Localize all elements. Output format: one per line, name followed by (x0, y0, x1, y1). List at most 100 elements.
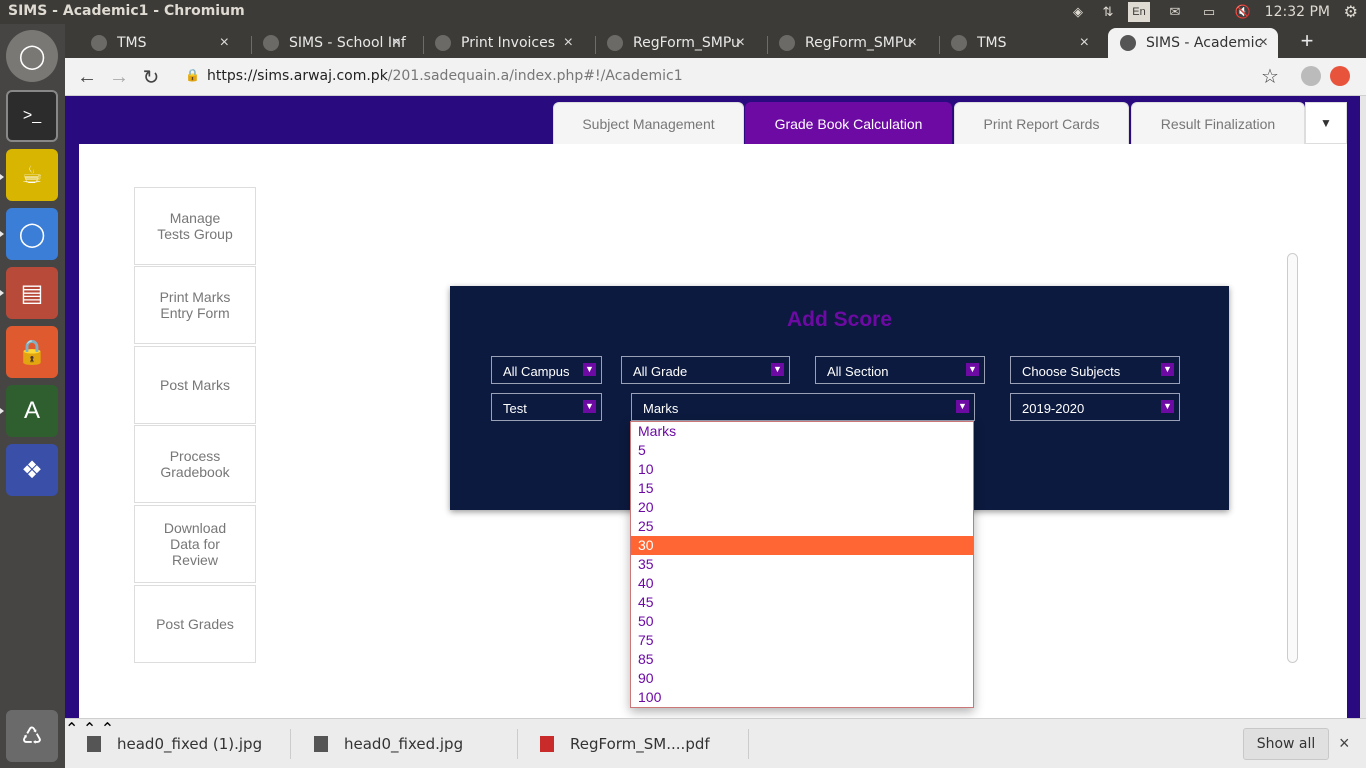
grade-select[interactable]: All Grade ▼ (621, 356, 790, 384)
section-select[interactable]: All Section ▼ (815, 356, 985, 384)
downloads-shelf: head0_fixed (1).jpg ⌃ head0_fixed.jpg ⌃ … (65, 718, 1366, 768)
marks-option[interactable]: Marks (631, 422, 973, 441)
tab-print-report-cards[interactable]: Print Report Cards (954, 102, 1129, 144)
session-select[interactable]: 2019-2020 ▼ (1010, 393, 1180, 421)
print-marks-entry-form-button[interactable]: Print Marks Entry Form (134, 266, 256, 344)
marks-select[interactable]: Marks ▼ (631, 393, 975, 421)
chevron-down-icon: ▼ (966, 363, 979, 376)
marks-option[interactable]: 75 (631, 631, 973, 650)
marks-option[interactable]: 10 (631, 460, 973, 479)
subjects-select[interactable]: Choose Subjects ▼ (1010, 356, 1180, 384)
marks-option[interactable]: 25 (631, 517, 973, 536)
browser-tab[interactable]: TMS × (69, 28, 239, 58)
ubuntu-dash-icon[interactable]: ◯ (6, 30, 58, 82)
close-icon[interactable]: × (1259, 34, 1268, 52)
dolphin-app-icon[interactable]: ❖ (6, 444, 58, 496)
shelf-separator (290, 729, 291, 759)
chromium-icon[interactable]: ◯ (6, 208, 58, 260)
marks-option[interactable]: 100 (631, 688, 973, 707)
new-tab-button[interactable]: + (1294, 28, 1320, 54)
tab-grade-book-calculation[interactable]: Grade Book Calculation (745, 102, 952, 144)
keyboard-layout-indicator[interactable]: En (1128, 2, 1150, 22)
globe-icon (435, 35, 451, 51)
page-scrollbar[interactable] (1360, 96, 1366, 718)
post-grades-button[interactable]: Post Grades (134, 585, 256, 663)
close-icon[interactable]: × (392, 34, 401, 52)
campus-select[interactable]: All Campus ▼ (491, 356, 602, 384)
transfer-arrows-icon[interactable]: ⇅ (1098, 2, 1118, 22)
clock[interactable]: 12:32 PM (1265, 2, 1330, 22)
close-icon[interactable]: × (736, 34, 745, 52)
extension-icon[interactable] (1330, 66, 1350, 86)
teapot-app-icon[interactable]: ☕ (6, 149, 58, 201)
volume-muted-icon[interactable]: 🔇 (1232, 2, 1254, 22)
tab-subject-management[interactable]: Subject Management (553, 102, 744, 144)
power-gear-icon[interactable]: ⚙ (1344, 2, 1358, 22)
marks-option[interactable]: 35 (631, 555, 973, 574)
test-select[interactable]: Test ▼ (491, 393, 602, 421)
browser-tab[interactable]: RegForm_SMPu × (585, 28, 755, 58)
marks-option[interactable]: 85 (631, 650, 973, 669)
lock-icon[interactable]: 🔒 (185, 68, 200, 84)
close-icon[interactable]: × (220, 34, 229, 52)
browser-tab[interactable]: TMS × (929, 28, 1099, 58)
manage-tests-group-button[interactable]: Manage Tests Group (134, 187, 256, 265)
chevron-down-icon: ▼ (1161, 400, 1174, 413)
marks-option[interactable]: 40 (631, 574, 973, 593)
scrollbar[interactable] (1287, 253, 1298, 663)
web-page: Subject Management Grade Book Calculatio… (65, 96, 1366, 718)
globe-icon (951, 35, 967, 51)
reload-icon[interactable]: ↻ (137, 63, 165, 91)
download-data-for-review-button[interactable]: Download Data for Review (134, 505, 256, 583)
browser-tab-active[interactable]: SIMS - Academic × (1108, 28, 1278, 58)
globe-icon (1120, 35, 1136, 51)
chevron-up-icon[interactable]: ⌃ (65, 721, 78, 738)
globe-icon (607, 35, 623, 51)
back-arrow-icon[interactable]: ← (73, 63, 101, 91)
profile-avatar-icon[interactable] (1301, 66, 1321, 86)
tab-result-finalization[interactable]: Result Finalization (1131, 102, 1305, 144)
marks-dropdown-list[interactable]: Marks 5 10 15 20 25 30 35 40 45 50 75 85… (630, 421, 974, 708)
network-icon[interactable]: ◈ (1068, 2, 1088, 22)
close-icon[interactable]: × (1339, 733, 1350, 754)
download-item[interactable]: head0_fixed.jpg (314, 719, 463, 768)
browser-tab[interactable]: Print Invoices × (413, 28, 583, 58)
content-area: Manage Tests Group Print Marks Entry For… (79, 144, 1347, 718)
image-file-icon (314, 736, 328, 752)
download-item[interactable]: RegForm_SM....pdf (540, 719, 710, 768)
marks-option[interactable]: 20 (631, 498, 973, 517)
process-gradebook-button[interactable]: Process Gradebook (134, 425, 256, 503)
files-lock-icon[interactable]: 🔒 (6, 326, 58, 378)
marks-option[interactable]: 15 (631, 479, 973, 498)
marks-option-highlighted[interactable]: 30 (631, 536, 973, 555)
chevron-down-icon: ▼ (771, 363, 784, 376)
marks-option[interactable]: 45 (631, 593, 973, 612)
marks-option[interactable]: 50 (631, 612, 973, 631)
post-marks-button[interactable]: Post Marks (134, 346, 256, 424)
close-icon[interactable]: × (564, 34, 573, 52)
marks-option[interactable]: 90 (631, 669, 973, 688)
pdf-file-icon (540, 736, 554, 752)
forward-arrow-icon[interactable]: → (105, 63, 133, 91)
mail-icon[interactable]: ✉ (1164, 2, 1186, 22)
marks-option[interactable]: 5 (631, 441, 973, 460)
bookmark-star-icon[interactable]: ☆ (1261, 64, 1279, 89)
battery-icon[interactable]: ▭ (1196, 2, 1222, 22)
browser-tab[interactable]: SIMS - School Inf × (241, 28, 411, 58)
running-indicator (0, 231, 4, 237)
software-updater-icon[interactable]: A (6, 385, 58, 437)
file-cabinet-icon[interactable]: ▤ (6, 267, 58, 319)
show-all-button[interactable]: Show all (1243, 728, 1329, 760)
shelf-separator (517, 729, 518, 759)
address-bar[interactable]: https://sims.arwaj.com.pk/201.sadequain.… (207, 68, 683, 84)
shelf-separator (748, 729, 749, 759)
close-icon[interactable]: × (1080, 34, 1089, 52)
chevron-down-icon[interactable]: ▼ (1305, 102, 1347, 144)
terminal-icon[interactable]: >_ (6, 90, 58, 142)
download-item[interactable]: head0_fixed (1).jpg (87, 719, 262, 768)
globe-icon (91, 35, 107, 51)
chevron-down-icon: ▼ (956, 400, 969, 413)
trash-icon[interactable]: ♺ (6, 710, 58, 762)
browser-tab[interactable]: RegForm_SMPu × (757, 28, 927, 58)
close-icon[interactable]: × (908, 34, 917, 52)
